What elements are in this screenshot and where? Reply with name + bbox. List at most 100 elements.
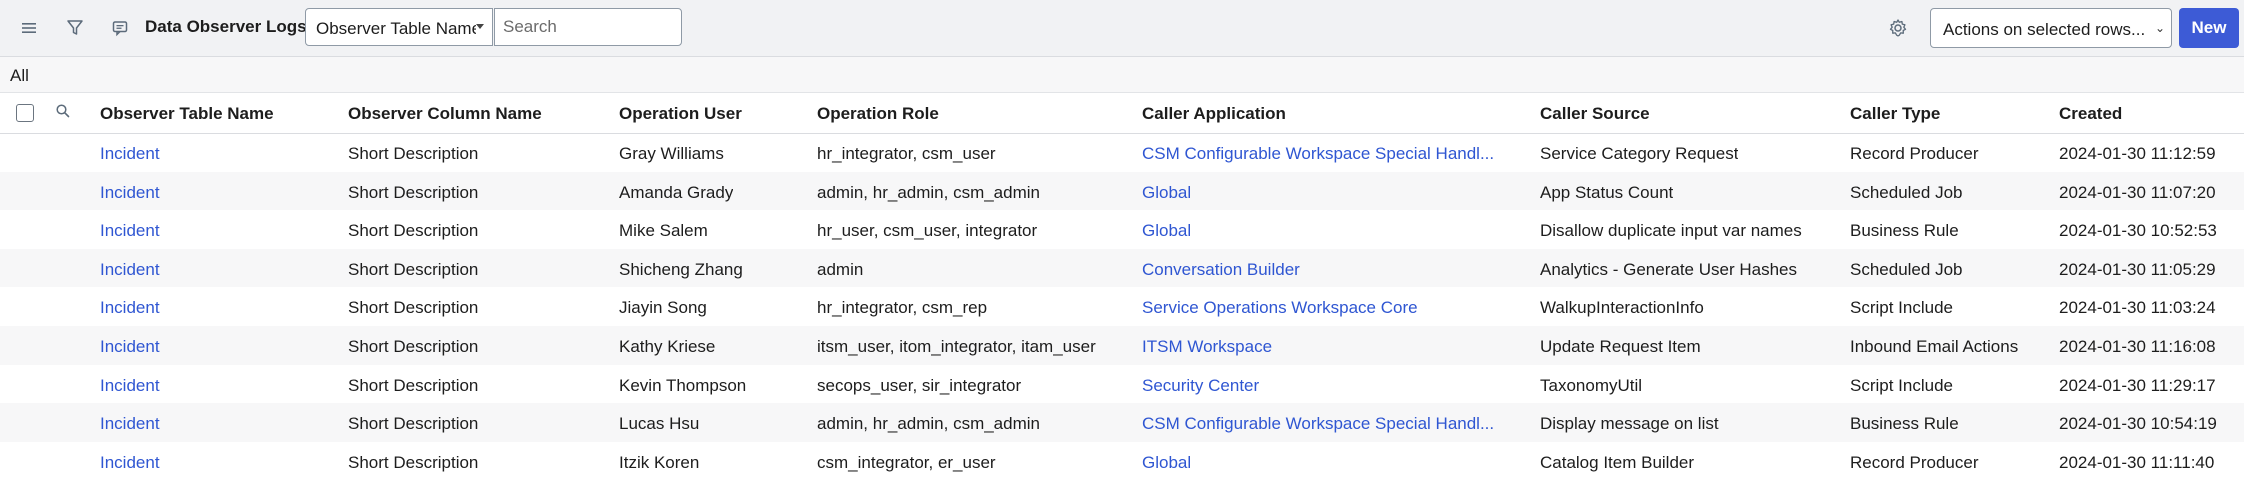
actions-select-label: Actions on selected rows... [1943, 20, 2146, 39]
cell-operation-user: Shicheng Zhang [619, 259, 743, 279]
column-header-observer-table-name[interactable]: Observer Table Name [100, 104, 274, 124]
cell-operation-user: Jiayin Song [619, 298, 707, 318]
cell-created: 2024-01-30 11:11:40 [2059, 452, 2215, 472]
cell-observer-table-name[interactable]: Incident [100, 183, 160, 203]
cell-caller-source: App Status Count [1540, 182, 1674, 202]
cell-caller-source: WalkupInteractionInfo [1540, 298, 1704, 318]
cell-caller-application[interactable]: Service Operations Workspace Core [1142, 298, 1418, 318]
gear-icon[interactable] [1884, 14, 1912, 42]
cell-operation-user: Mike Salem [619, 221, 708, 241]
cell-operation-role: hr_user, csm_user, integrator [817, 221, 1038, 241]
cell-created: 2024-01-30 11:05:29 [2059, 259, 2216, 279]
cell-created: 2024-01-30 10:52:53 [2059, 221, 2217, 241]
cell-operation-user: Gray Williams [619, 144, 724, 163]
hamburger-menu-icon[interactable] [15, 14, 43, 42]
cell-caller-application[interactable]: CSM Configurable Workspace Special Handl… [1142, 414, 1494, 434]
cell-observer-table-name[interactable]: Incident [100, 376, 160, 396]
cell-caller-type: Business Rule [1850, 414, 1959, 434]
cell-caller-source: Display message on list [1540, 414, 1719, 434]
cell-caller-type: Script Include [1850, 375, 1953, 395]
cell-caller-type: Scheduled Job [1850, 259, 1963, 279]
cell-observer-column-name: Short Description [348, 182, 479, 202]
cell-observer-column-name: Short Description [348, 375, 479, 395]
cell-caller-source: Disallow duplicate input var names [1540, 221, 1802, 241]
cell-caller-source: Service Category Request [1540, 144, 1739, 163]
cell-observer-column-name: Short Description [348, 144, 479, 163]
cell-caller-type: Scheduled Job [1850, 182, 1963, 202]
table-row[interactable]: Incident Short Description Shicheng Zhang a… [0, 248, 2244, 288]
cell-operation-role: csm_integrator, er_user [817, 452, 996, 472]
column-header-caller-source[interactable]: Caller Source [1540, 104, 1650, 124]
cell-caller-source: Analytics - Generate User Hashes [1540, 259, 1797, 279]
cell-operation-user: Kevin Thompson [619, 375, 747, 395]
cell-observer-table-name[interactable]: Incident [100, 453, 160, 473]
column-search-icon[interactable] [55, 103, 71, 124]
cell-caller-type: Business Rule [1850, 221, 1959, 241]
list-toolbar: Data Observer Logs Observer Table Name A… [0, 0, 2244, 57]
caret-down-icon [476, 24, 484, 29]
table-row[interactable]: Incident Short Description Kevin Thompson s… [0, 365, 2244, 404]
cell-observer-table-name[interactable]: Incident [100, 221, 160, 241]
cell-operation-role: hr_integrator, csm_rep [817, 298, 988, 318]
cell-caller-application[interactable]: Conversation Builder [1142, 260, 1300, 280]
filter-icon[interactable] [61, 14, 89, 42]
cell-operation-user: Itzik Koren [619, 452, 700, 472]
cell-observer-column-name: Short Description [348, 259, 479, 279]
cell-caller-source: Update Request Item [1540, 337, 1701, 356]
cell-caller-application[interactable]: Global [1142, 183, 1191, 203]
actions-select[interactable]: Actions on selected rows... ⌄ [1930, 8, 2172, 48]
column-header-operation-role[interactable]: Operation Role [817, 104, 939, 124]
table-header: Observer Table Name Observer Column Name… [0, 93, 2244, 134]
table-row[interactable]: Incident Short Description Mike Salem hr_us… [0, 210, 2244, 249]
cell-caller-type: Record Producer [1850, 144, 1979, 163]
breadcrumb-all[interactable]: All [10, 66, 29, 86]
column-header-operation-user[interactable]: Operation User [619, 104, 742, 124]
column-header-caller-application[interactable]: Caller Application [1142, 104, 1286, 124]
cell-caller-source: Catalog Item Builder [1540, 452, 1695, 472]
cell-observer-table-name[interactable]: Incident [100, 337, 160, 357]
cell-operation-role: admin, hr_admin, csm_admin [817, 414, 1040, 434]
cell-caller-application[interactable]: ITSM Workspace [1142, 337, 1272, 357]
search-field-select[interactable]: Observer Table Name [305, 8, 493, 46]
search-field-select-value: Observer Table Name [316, 19, 476, 38]
cell-created: 2024-01-30 11:12:59 [2059, 144, 2216, 163]
table-row[interactable]: Incident Short Description Lucas Hsu admin,… [0, 403, 2244, 442]
cell-observer-column-name: Short Description [348, 452, 479, 472]
cell-created: 2024-01-30 11:29:17 [2059, 375, 2216, 395]
cell-caller-type: Script Include [1850, 298, 1953, 318]
cell-caller-application[interactable]: Global [1142, 453, 1191, 473]
search-input[interactable] [494, 8, 682, 46]
table-row[interactable]: Incident Short Description Amanda Grady adm… [0, 171, 2244, 211]
cell-caller-application[interactable]: CSM Configurable Workspace Special Handl… [1142, 144, 1494, 164]
cell-observer-table-name[interactable]: Incident [100, 414, 160, 434]
table-row[interactable]: Incident Short Description Jiayin Song hr_i… [0, 287, 2244, 326]
cell-caller-type: Record Producer [1850, 452, 1979, 472]
cell-observer-table-name[interactable]: Incident [100, 260, 160, 280]
select-all-checkbox[interactable] [16, 104, 34, 122]
cell-operation-role: secops_user, sir_integrator [817, 375, 1022, 395]
cell-caller-application[interactable]: Security Center [1142, 376, 1259, 396]
new-button[interactable]: New [2179, 8, 2239, 48]
cell-created: 2024-01-30 11:07:20 [2059, 182, 2216, 202]
cell-operation-user: Lucas Hsu [619, 414, 700, 434]
page-title: Data Observer Logs [145, 17, 307, 36]
cell-observer-column-name: Short Description [348, 298, 479, 318]
chevron-down-icon: ⌄ [2154, 21, 2165, 35]
column-header-observer-column-name[interactable]: Observer Column Name [348, 104, 542, 124]
column-header-caller-type[interactable]: Caller Type [1850, 104, 1940, 124]
cell-operation-role: admin [817, 259, 864, 279]
cell-observer-column-name: Short Description [348, 414, 479, 434]
table-row[interactable]: Incident Short Description Itzik Koren csm_… [0, 442, 2244, 481]
cell-observer-table-name[interactable]: Incident [100, 144, 160, 164]
chat-bubble-icon[interactable] [106, 14, 134, 42]
table-row[interactable]: Incident Short Description Kathy Kriese its… [0, 326, 2244, 365]
cell-operation-role: hr_integrator, csm_user [817, 144, 996, 163]
cell-created: 2024-01-30 11:03:24 [2059, 298, 2216, 318]
cell-created: 2024-01-30 10:54:19 [2059, 414, 2217, 434]
cell-observer-table-name[interactable]: Incident [100, 298, 160, 318]
cell-caller-application[interactable]: Global [1142, 221, 1191, 241]
column-header-created[interactable]: Created [2059, 104, 2122, 124]
table-row[interactable]: Incident Short Description Gray Williams hr… [0, 133, 2244, 172]
cell-observer-column-name: Short Description [348, 221, 479, 241]
cell-operation-role: itsm_user, itom_integrator, itam_user [817, 337, 1096, 356]
